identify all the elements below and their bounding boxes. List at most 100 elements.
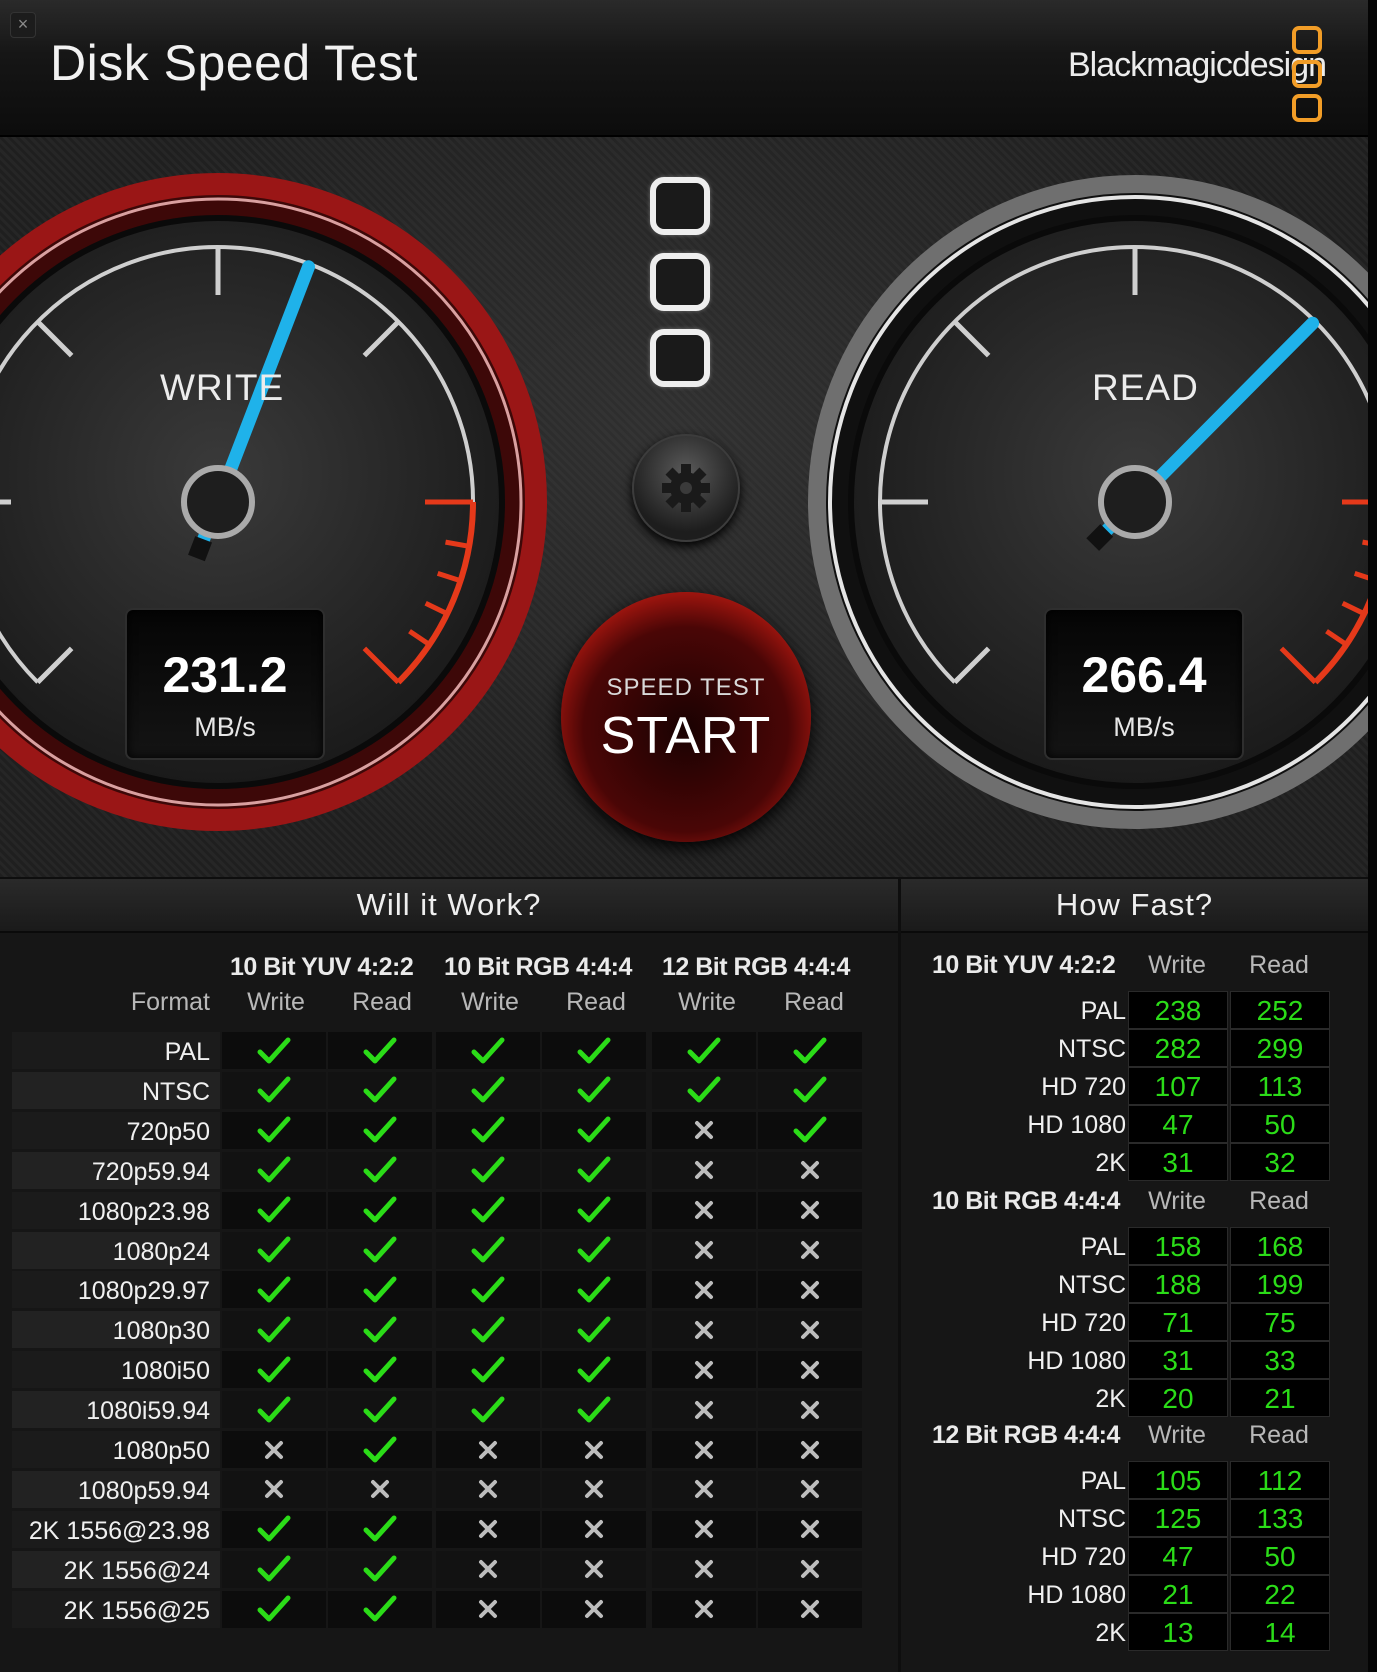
cross-icon <box>436 1551 540 1588</box>
status-cell <box>436 1470 540 1508</box>
format-name: HD 720 <box>1041 1073 1126 1101</box>
start-speed-test-button[interactable]: SPEED TEST START <box>561 592 811 842</box>
checkmark-icon <box>328 1391 432 1428</box>
group-name: 12 Bit RGB 4:4:4 <box>932 1421 1120 1449</box>
status-cell <box>328 1032 432 1069</box>
read-fps-value: 299 <box>1230 1029 1330 1067</box>
cross-icon <box>758 1551 862 1588</box>
table-row: 1080p50 <box>12 1431 870 1469</box>
checkmark-icon <box>436 1351 540 1388</box>
read-header: Read <box>1249 1421 1309 1449</box>
close-icon[interactable]: × <box>10 12 36 38</box>
table-row: 720p50 <box>12 1111 870 1150</box>
status-cell <box>222 1111 326 1149</box>
table-row: 2K 1556@25 <box>12 1590 870 1629</box>
write-fps-value: 47 <box>1128 1105 1228 1143</box>
status-cell <box>652 1071 756 1109</box>
status-cell <box>436 1191 540 1229</box>
status-cell <box>542 1431 646 1468</box>
speed-row: NTSC 282 299 <box>901 1029 1368 1067</box>
status-cell <box>222 1071 326 1109</box>
cross-icon <box>542 1431 646 1468</box>
settings-button[interactable] <box>632 434 740 542</box>
table-row: PAL <box>12 1032 870 1070</box>
cross-icon <box>652 1152 756 1189</box>
speed-row: PAL 158 168 <box>901 1227 1368 1265</box>
speed-row: 2K 13 14 <box>901 1613 1368 1651</box>
checkmark-icon <box>652 1032 756 1069</box>
will-it-work-panel: Will it Work? 10 Bit YUV 4:2:2 10 Bit RG… <box>0 879 898 1672</box>
status-cell <box>652 1032 756 1069</box>
status-cell <box>328 1191 432 1229</box>
write-fps-value: 20 <box>1128 1379 1228 1417</box>
status-cell <box>222 1470 326 1508</box>
status-cell <box>652 1391 756 1429</box>
status-cell <box>758 1510 862 1548</box>
status-cell <box>652 1470 756 1508</box>
cross-icon <box>758 1271 862 1308</box>
status-cell <box>222 1032 326 1069</box>
status-cell <box>542 1191 646 1229</box>
subheader-rgb10-write: Write <box>461 988 519 1016</box>
cross-icon <box>652 1551 756 1588</box>
status-cell <box>652 1431 756 1468</box>
table-row: 2K 1556@23.98 <box>12 1510 870 1549</box>
group-name: 10 Bit RGB 4:4:4 <box>932 1187 1120 1215</box>
write-fps-value: 158 <box>1128 1227 1228 1265</box>
speed-row: HD 720 47 50 <box>901 1537 1368 1575</box>
checkmark-icon <box>328 1152 432 1189</box>
cross-icon <box>758 1511 862 1548</box>
checkmark-icon <box>222 1391 326 1428</box>
cross-icon <box>758 1232 862 1269</box>
status-cell <box>328 1151 432 1189</box>
read-gauge-label: READ <box>1092 367 1199 408</box>
speed-row: NTSC 188 199 <box>901 1265 1368 1303</box>
read-fps-value: 199 <box>1230 1265 1330 1303</box>
write-gauge-label: WRITE <box>160 367 285 408</box>
checkmark-icon <box>222 1072 326 1109</box>
checkmark-icon <box>758 1112 862 1149</box>
format-name: NTSC <box>12 1071 220 1109</box>
status-cell <box>652 1231 756 1269</box>
table-row: 1080p23.98 <box>12 1191 870 1230</box>
status-cell <box>652 1590 756 1628</box>
checkmark-icon <box>222 1271 326 1308</box>
status-cell <box>542 1590 646 1628</box>
status-cell <box>328 1590 432 1628</box>
format-name: 720p50 <box>12 1111 220 1149</box>
write-fps-value: 47 <box>1128 1537 1228 1575</box>
read-speed-readout: 266.4 MB/s <box>1044 608 1244 760</box>
status-cell <box>542 1550 646 1588</box>
status-cell <box>222 1311 326 1349</box>
format-name: PAL <box>1080 997 1126 1025</box>
write-fps-value: 71 <box>1128 1303 1228 1341</box>
format-name: 720p59.94 <box>12 1151 220 1189</box>
write-header: Write <box>1148 951 1206 979</box>
start-button-label: START <box>600 707 772 765</box>
read-needle-tail <box>1086 524 1114 551</box>
status-cell <box>328 1111 432 1149</box>
speed-row: PAL 238 252 <box>901 991 1368 1029</box>
checkmark-icon <box>222 1311 326 1348</box>
status-cell <box>222 1151 326 1189</box>
checkmark-icon <box>542 1271 646 1308</box>
subheader-yuv-read: Read <box>352 988 412 1016</box>
checkmark-icon <box>328 1591 432 1628</box>
checkmark-icon <box>436 1271 540 1308</box>
cross-icon <box>758 1311 862 1348</box>
checkmark-icon <box>328 1551 432 1588</box>
read-header: Read <box>1249 1187 1309 1215</box>
subheader-yuv-write: Write <box>247 988 305 1016</box>
status-cell <box>758 1231 862 1269</box>
status-cell <box>542 1151 646 1189</box>
subheader-rgb12-read: Read <box>784 988 844 1016</box>
status-cell <box>436 1311 540 1349</box>
checkmark-icon <box>222 1152 326 1189</box>
status-indicator-lights <box>650 177 710 405</box>
cross-icon <box>542 1511 646 1548</box>
checkmark-icon <box>328 1311 432 1348</box>
checkmark-icon <box>328 1112 432 1149</box>
status-cell <box>436 1590 540 1628</box>
group-header-10bit-rgb: 10 Bit RGB 4:4:4 <box>444 953 632 981</box>
group-name: 10 Bit YUV 4:2:2 <box>932 951 1116 979</box>
